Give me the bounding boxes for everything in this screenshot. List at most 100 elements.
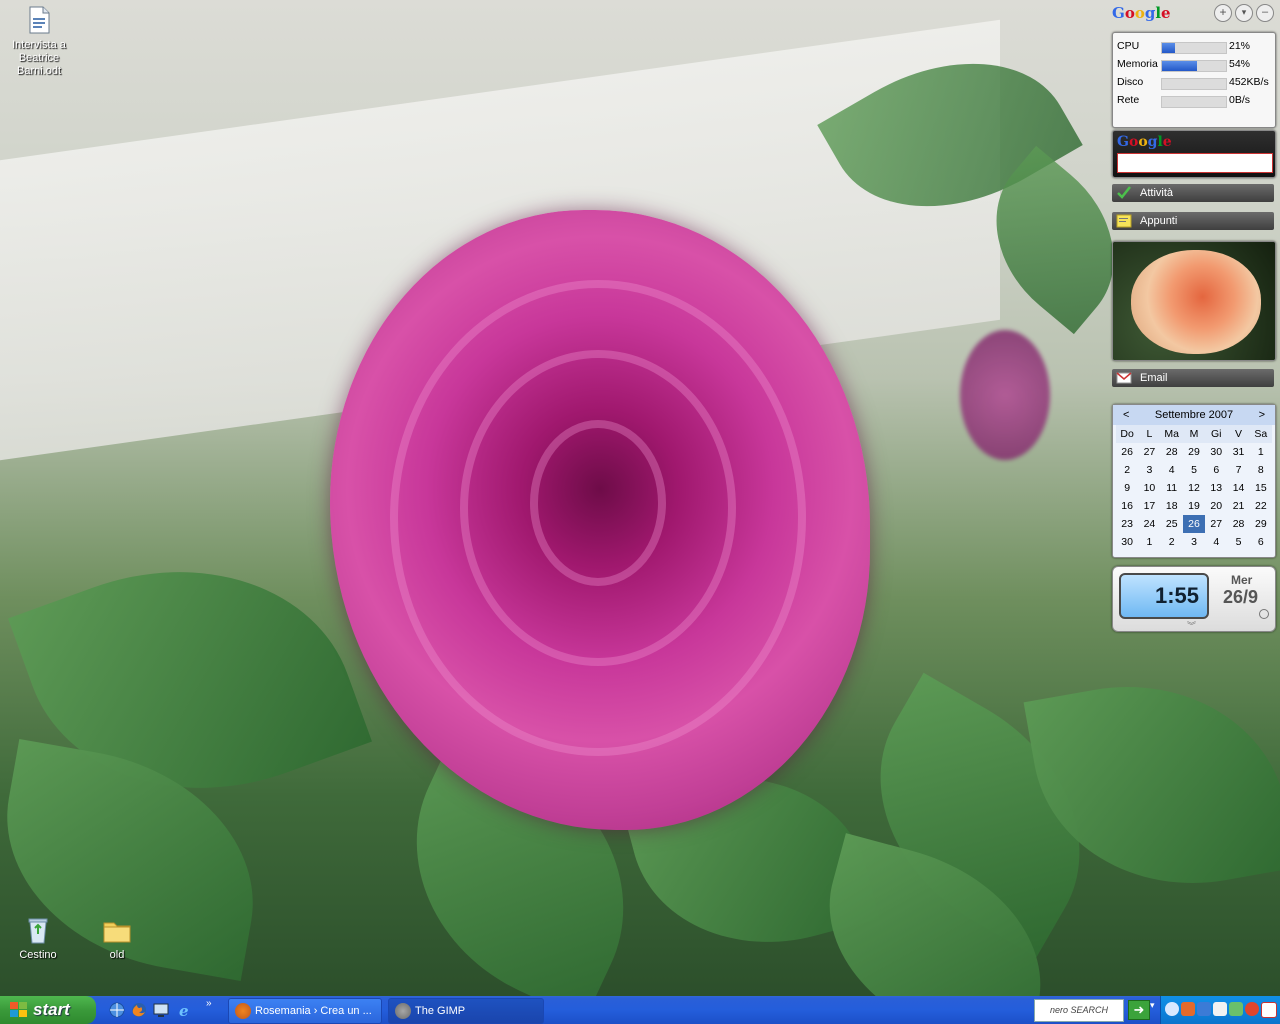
calendar-day[interactable]: 11 [1161,479,1183,497]
perf-value: 0B/s [1229,94,1251,106]
task-label: The GIMP [415,1005,466,1017]
calendar-day[interactable]: 23 [1116,515,1138,533]
task-label: Rosemania › Crea un ... [255,1005,372,1017]
tray-app-icon[interactable] [1181,1002,1195,1016]
calendar-day[interactable]: 25 [1161,515,1183,533]
quicklaunch-overflow-icon[interactable]: » [206,998,212,1009]
nero-search-box[interactable]: nero SEARCH [1034,999,1124,1022]
calendar-day[interactable]: 27 [1205,515,1227,533]
weekday-label: Gi [1205,425,1228,443]
quicklaunch-desktop-icon[interactable] [152,1001,170,1019]
start-button[interactable]: start [0,996,96,1024]
calendar-gadget: < Settembre 2007 > Do L Ma M Gi V Sa 26 … [1112,404,1276,558]
desktop-icon-folder[interactable]: old [79,914,155,962]
calendar-day[interactable]: 28 [1227,515,1249,533]
photo-gadget[interactable] [1112,241,1276,361]
perf-label: Rete [1117,94,1140,106]
calendar-day[interactable]: 14 [1227,479,1249,497]
search-dropdown-icon[interactable]: ▾ [1150,1000,1155,1011]
calendar-day[interactable]: 5 [1227,533,1249,551]
search-go-icon[interactable]: ➜ [1128,1000,1150,1020]
calendar-week: 9 10 11 12 13 14 15 [1116,479,1272,497]
calendar-day[interactable]: 19 [1183,497,1205,515]
tray-user-icon[interactable] [1229,1002,1243,1016]
email-gadget[interactable]: Email [1112,369,1274,387]
folder-icon [103,922,131,943]
calendar-day[interactable]: 1 [1250,443,1272,461]
calendar-day[interactable]: 21 [1227,497,1249,515]
google-search-input[interactable] [1117,153,1273,173]
calendar-day[interactable]: 27 [1138,443,1160,461]
weekday-label: V [1227,425,1250,443]
calendar-day[interactable]: 29 [1250,515,1272,533]
rose-petal-ring [530,420,666,586]
performance-gadget: CPU 21% Memoria 54% Disco 452KB/s Rete 0… [1112,32,1276,128]
calendar-next-button[interactable]: > [1259,409,1265,421]
task-gimp[interactable]: The GIMP [388,998,544,1024]
calendar-day[interactable]: 30 [1205,443,1227,461]
calendar-day[interactable]: 24 [1138,515,1160,533]
perf-value: 54% [1229,58,1251,70]
desktop-icon-recycle-bin[interactable]: Cestino [0,914,76,962]
calendar-day-today[interactable]: 26 [1182,515,1206,533]
calendar-day[interactable]: 2 [1161,533,1183,551]
clock-settings-icon[interactable] [1259,609,1269,619]
svg-text:e: e [179,1002,189,1019]
weekday-label: Do [1116,425,1139,443]
perf-row-memory: Memoria 54% [1113,55,1275,73]
tray-expand-icon[interactable] [1165,1002,1179,1016]
calendar-day[interactable]: 6 [1205,461,1227,479]
calendar-day[interactable]: 31 [1227,443,1249,461]
sidebar-menu-icon[interactable]: ▾ [1235,4,1253,22]
wallpaper-rose [330,210,870,830]
calendar-week: 30 1 2 3 4 5 6 [1116,533,1272,551]
calendar-day[interactable]: 7 [1227,461,1249,479]
tray-mail-icon[interactable] [1261,1002,1277,1018]
tray-network-icon[interactable] [1197,1002,1211,1016]
calendar-day[interactable]: 18 [1161,497,1183,515]
calendar-day[interactable]: 15 [1250,479,1272,497]
quicklaunch-firefox-icon[interactable] [130,1001,148,1019]
task-firefox[interactable]: Rosemania › Crea un ... [228,998,382,1024]
calendar-day[interactable]: 9 [1116,479,1138,497]
perf-label: Disco [1117,76,1144,88]
calendar-day[interactable]: 10 [1138,479,1160,497]
calendar-day[interactable]: 12 [1183,479,1205,497]
calendar-day[interactable]: 3 [1138,461,1160,479]
calendar-grid: Do L Ma M Gi V Sa 26 27 28 29 30 31 1 2 … [1116,425,1272,551]
calendar-day[interactable]: 2 [1116,461,1138,479]
photo-rose [1131,250,1261,354]
desktop-wallpaper [0,0,1280,996]
weekday-label: Sa [1249,425,1272,443]
calendar-day[interactable]: 3 [1183,533,1205,551]
calendar-day[interactable]: 16 [1116,497,1138,515]
calendar-header: < Settembre 2007 > [1113,405,1275,425]
calendar-day[interactable]: 8 [1250,461,1272,479]
calendar-day[interactable]: 13 [1205,479,1227,497]
calendar-day[interactable]: 29 [1183,443,1205,461]
quicklaunch-ie-icon[interactable]: e [176,1001,194,1019]
activities-gadget[interactable]: Attività [1112,184,1274,202]
calendar-day[interactable]: 5 [1183,461,1205,479]
calendar-day[interactable]: 20 [1205,497,1227,515]
tray-chrome-icon[interactable] [1245,1002,1259,1016]
expand-chevron-icon[interactable]: ︾ [1187,619,1196,632]
calendar-day[interactable]: 26 [1116,443,1138,461]
calendar-day[interactable]: 28 [1161,443,1183,461]
tray-antivirus-icon[interactable] [1213,1002,1227,1016]
quicklaunch-globe-icon[interactable] [108,1001,126,1019]
calendar-day[interactable]: 17 [1138,497,1160,515]
perf-bar [1161,60,1227,72]
calendar-day[interactable]: 1 [1138,533,1160,551]
calendar-day[interactable]: 30 [1116,533,1138,551]
notes-gadget[interactable]: Appunti [1112,212,1274,230]
calendar-day[interactable]: 4 [1205,533,1227,551]
desktop-icon-document[interactable]: Intervista a Beatrice Barni.odt [1,4,77,78]
calendar-day[interactable]: 22 [1250,497,1272,515]
add-gadget-icon[interactable]: + [1214,4,1232,22]
sidebar-collapse-icon[interactable]: – [1256,4,1274,22]
weekday-label: Ma [1160,425,1183,443]
calendar-day[interactable]: 6 [1250,533,1272,551]
perf-row-network: Rete 0B/s [1113,91,1275,109]
calendar-day[interactable]: 4 [1161,461,1183,479]
